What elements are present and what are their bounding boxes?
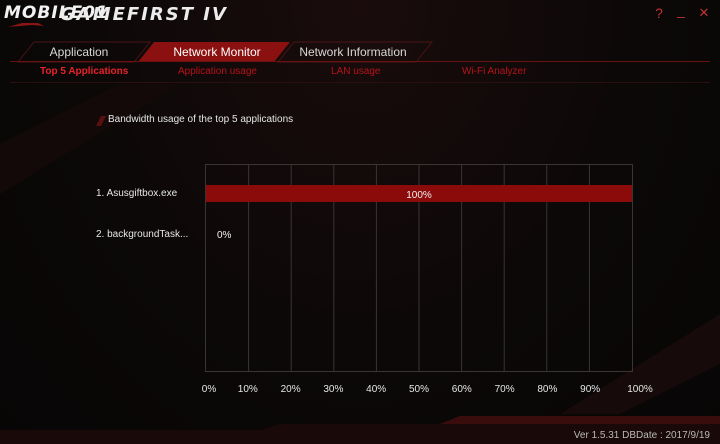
version-label: Ver 1.5.31 DBDate : 2017/9/19 [573, 430, 710, 441]
rog-eye-icon [8, 23, 44, 27]
tab-network-information[interactable]: Network Information [295, 42, 411, 62]
x-tick-label: 80% [537, 384, 558, 395]
title-bar: MOBILE01 GAMEFIRST IV ? _ ✕ [0, 0, 720, 30]
close-icon[interactable]: ✕ [696, 4, 712, 22]
x-tick-label: 70% [494, 384, 515, 395]
help-icon[interactable]: ? [651, 4, 667, 22]
tab-application[interactable]: Application [34, 42, 124, 62]
x-tick-label: 100% [627, 384, 653, 395]
section-title: Bandwidth usage of the top 5 application… [108, 114, 294, 125]
x-tick-label: 20% [280, 384, 301, 395]
x-tick-label: 40% [366, 384, 387, 395]
subtab-wifi-analyzer[interactable]: Wi-Fi Analyzer [462, 66, 526, 77]
tab-network-monitor[interactable]: Network Monitor [160, 42, 274, 62]
bar-value-label: 0% [217, 230, 232, 241]
chart-plot-area: 100% 0% [205, 164, 633, 372]
x-tick-label: 90% [580, 384, 601, 395]
bar-value-label: 100% [406, 190, 432, 201]
bar-category-label: 2. backgroundTask... [96, 229, 189, 240]
heading-accent-icon [96, 116, 106, 126]
subtab-application-usage[interactable]: Application usage [178, 66, 257, 77]
bar-category-label: 1. Asusgiftbox.exe [96, 188, 178, 199]
x-tick-label: 30% [323, 384, 344, 395]
x-tick-label: 0% [201, 384, 217, 395]
subtab-divider [10, 82, 710, 83]
x-tick-label: 50% [408, 384, 429, 395]
minimize-icon[interactable]: _ [673, 1, 689, 19]
subtab-lan-usage[interactable]: LAN usage [331, 66, 380, 77]
x-tick-label: 10% [237, 384, 258, 395]
chart-svg: 100% 0% [206, 165, 632, 371]
subtab-top5-applications[interactable]: Top 5 Applications [40, 66, 128, 77]
tab-divider [10, 61, 710, 62]
app-name: GAMEFIRST IV [60, 4, 228, 25]
x-tick-label: 60% [451, 384, 472, 395]
app-window: MOBILE01 GAMEFIRST IV ? _ ✕ Application … [0, 0, 720, 444]
